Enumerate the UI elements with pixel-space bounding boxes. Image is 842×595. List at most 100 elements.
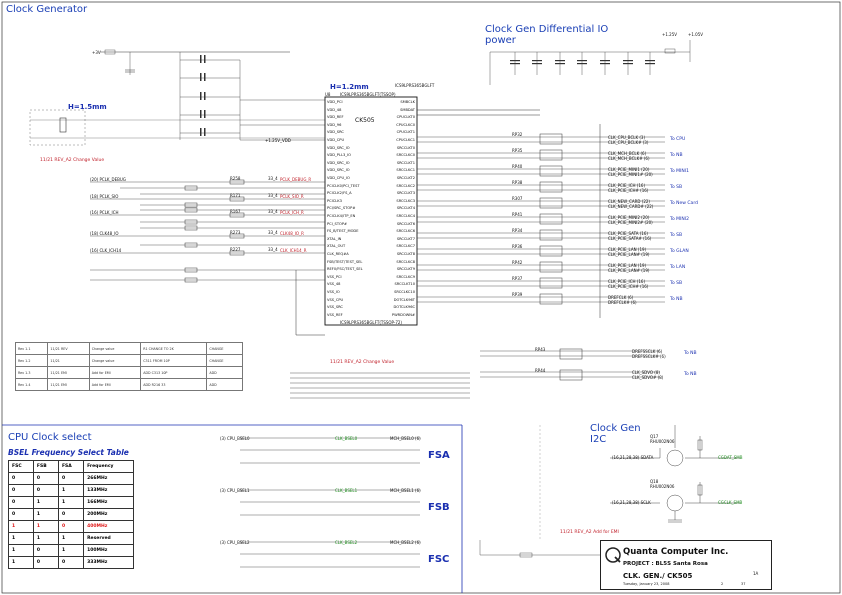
- chip-left-pin: VDD_SRC_IO: [327, 160, 350, 165]
- change-value-note-1: 11/21 REV_A2 Change Value: [40, 158, 105, 163]
- cpu-clock-select-title: CPU Clock select: [8, 432, 92, 443]
- right-signal-dest: To NB: [670, 297, 683, 302]
- bsel-cell: 400MHz: [83, 520, 134, 533]
- chip-left-pin: VSS_IO: [327, 290, 340, 294]
- chip-right-pin: SRCCLKT9: [396, 267, 415, 272]
- revision-cell: ADD: [206, 378, 243, 391]
- chip-left-pin: PCICLK4/ITP_EN: [327, 214, 356, 218]
- chip-right-pin: SRCCLKC9: [396, 274, 415, 279]
- right-signal-net: CLK_PCIE_SATA# (16): [608, 236, 652, 241]
- right-signal-net: CLK_NEW_CARD# (22): [608, 204, 654, 209]
- left-signal-val: 33_4: [268, 230, 278, 235]
- chip-right-pin: SRCCLKC10: [394, 290, 415, 294]
- left-signal-val: 33_4: [268, 193, 278, 198]
- resistor-pack-ref: RP36: [512, 244, 523, 249]
- right-signal-net: CLK_CPU_BCLK# (3): [608, 140, 649, 145]
- chip-right-pin: SRCCLKT8: [396, 252, 415, 256]
- bsel-cell: 0: [57, 508, 85, 521]
- fs-name: FSC: [428, 554, 450, 565]
- dref-net: CLK_SDVO# (8): [632, 375, 664, 380]
- power-3v-label: +3V: [92, 50, 101, 55]
- bsel-cell: 0: [8, 496, 34, 509]
- bsel-cell: 1: [32, 496, 59, 509]
- chip-left-pin: XTAL_IN: [327, 236, 342, 241]
- vdd-label: +1.25V_VDD: [265, 138, 291, 143]
- left-signal-net: CLK48_IO_R: [280, 231, 304, 236]
- right-signal-net: DREFCLK# (6): [608, 300, 637, 305]
- bsel-row: 1 0 0 333MHz: [8, 556, 134, 569]
- chip-left-pin: VDD_PLL3_IO: [327, 153, 351, 158]
- clock-gen-i2c-title: Clock Gen I2C: [590, 423, 641, 445]
- chip-footer: ICS9LPRS365BGLFT(TSSOP-72): [340, 320, 402, 325]
- bsel-cell: 0: [8, 508, 34, 521]
- revision-cell: 11/21 EMI: [47, 366, 90, 379]
- bsel-cell: 0: [57, 556, 85, 569]
- revision-table: Rev 1.1 11/21 REV Change value R1 CHANGE TO…: [14, 342, 243, 391]
- chip-left-pin: FS_B/TEST_MODE: [327, 229, 359, 234]
- bsel-cell: 0: [32, 484, 59, 497]
- bsel-header: FSA: [57, 460, 85, 473]
- right-signal-net: CLK_PCIE_MINI2# (20): [608, 220, 653, 225]
- left-signal-val: 33_4: [268, 247, 278, 252]
- right-signal-dest: To New Card: [670, 201, 698, 206]
- right-signal-net: CLK_PCIE_ICH# (16): [608, 188, 649, 193]
- revision-cell: Change value: [88, 354, 142, 367]
- chip-right-pin: SRCCLKC1: [396, 168, 415, 173]
- revision-cell: Rev 1.2: [14, 354, 49, 367]
- chip-right-pin: SRCCLKC0: [396, 153, 415, 158]
- chip-left-pin: VDD_SRC: [327, 130, 344, 135]
- chip-part: ICS9LPRS365BGLFT: [395, 83, 435, 88]
- chip-right-pin: SRCCLKC4: [396, 214, 415, 218]
- date: Tuesday, January 23, 2008: [623, 582, 670, 586]
- chip-left-pin: VDD_96: [327, 122, 342, 127]
- right-signal-dest: To GLAN: [670, 249, 689, 254]
- fs-clk-net: CLK_BSEL0: [335, 436, 358, 441]
- revision-row: Rev 1.2 11/21 Change value C311 FROM 10P CHA…: [14, 354, 243, 367]
- resistor-pack-ref: RP38: [512, 180, 523, 185]
- resistor-pack: [539, 261, 563, 273]
- right-signal-net: CLK_PCIE_LAN# (19): [608, 252, 650, 257]
- resistor-pack: [539, 245, 563, 257]
- bsel-cell: 1: [57, 484, 85, 497]
- left-signal-res: R258: [230, 176, 241, 181]
- right-signal-net: CLK_PCIE_LAN# (19): [608, 268, 650, 273]
- resistor-pack-ref: RP39: [512, 292, 523, 297]
- chip-right-pin: SRCCLKT7: [396, 236, 415, 241]
- bsel-header: FSC: [8, 460, 34, 473]
- chip-right-pin: SRCCLKT10: [394, 282, 415, 287]
- chip-left-pin: VDD_CPU_IO: [327, 176, 350, 180]
- left-signal-net: PCLK_ICH_R: [280, 210, 304, 215]
- chip-right-pin: SRCCLKC2: [396, 183, 415, 188]
- bsel-cell: 1: [57, 544, 85, 557]
- chip-left-pin: VDD_SRC_IO: [327, 145, 350, 150]
- chip-left-pin: VSS_SRC: [327, 305, 343, 310]
- title-block: Quanta Computer Inc. PROJECT : BL5S Sant…: [600, 540, 772, 590]
- revision-cell: Add for EMI: [88, 366, 142, 379]
- chip-right-pin: CPUCLKT1: [396, 130, 415, 135]
- clock-generator-title: Clock Generator: [6, 4, 88, 15]
- revision-row: Rev 1.1 11/21 REV Change value R1 CHANGE TO…: [14, 342, 243, 355]
- bsel-cell: 200MHz: [83, 508, 134, 521]
- left-signal-res: R167: [230, 209, 241, 214]
- left-signal-label: (16) PCLK_ICH: [90, 210, 119, 215]
- revision-cell: Change value: [88, 342, 142, 355]
- bsel-cell: 333MHz: [83, 556, 134, 569]
- project-name: PROJECT : BL5S Santa Rosa: [623, 561, 708, 567]
- right-signal-dest: To MINI2: [670, 217, 689, 222]
- right-signal-dest: To NB: [670, 153, 683, 158]
- right-signal-dest: To CPU: [670, 137, 686, 142]
- bsel-row: 0 0 1 133MHz: [8, 484, 134, 497]
- dref-dest: To NB: [684, 372, 697, 377]
- bsel-cell: 1: [57, 496, 85, 509]
- bsel-row: 1 0 1 100MHz: [8, 544, 134, 557]
- chip-left-pin: VSS_48: [327, 282, 341, 287]
- chip-left-pin: VDD_REF: [327, 115, 344, 120]
- chip-right-pin: CPUCLKC0: [396, 122, 415, 127]
- chip-ref: U8: [325, 92, 331, 97]
- chip-right-pin: SRCCLKT4: [396, 206, 415, 211]
- q18-part: RHU002N06: [650, 484, 675, 489]
- bsel-cell: 0: [32, 556, 59, 569]
- bsel-cell: 0: [57, 520, 85, 533]
- bsel-cell: 266MHz: [83, 472, 134, 485]
- left-signal-res: R273: [230, 230, 241, 235]
